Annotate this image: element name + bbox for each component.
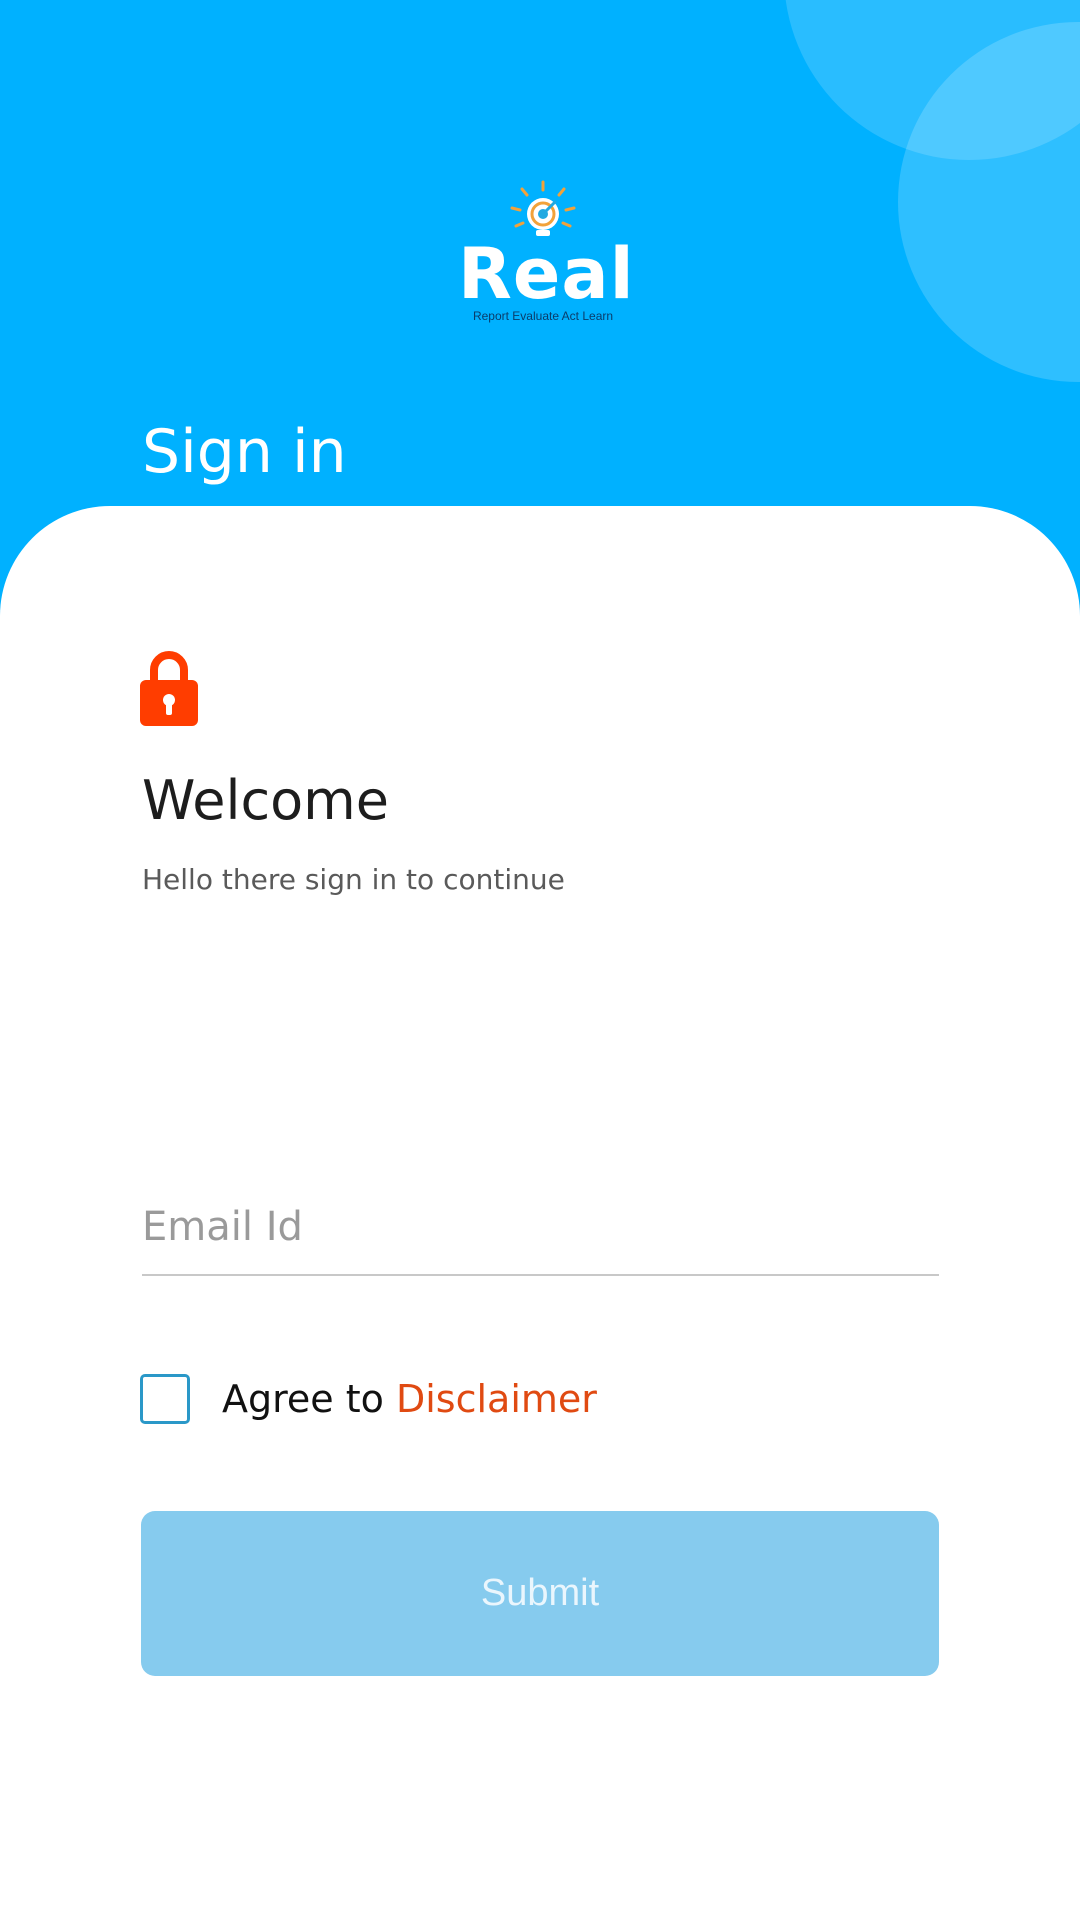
welcome-subtitle: Hello there sign in to continue xyxy=(142,863,565,896)
agree-text: Agree to xyxy=(222,1377,384,1421)
app-logo: Real Report Evaluate Act Learn xyxy=(458,180,635,330)
lock-icon xyxy=(140,651,198,726)
agree-row: Agree to Disclaimer xyxy=(140,1370,597,1428)
logo-wordmark: Real xyxy=(458,233,635,315)
agree-checkbox[interactable] xyxy=(140,1374,190,1424)
submit-button[interactable]: Submit xyxy=(141,1511,939,1676)
disclaimer-link[interactable]: Disclaimer xyxy=(396,1377,597,1421)
email-field-container xyxy=(142,1180,939,1276)
logo-tagline: Report Evaluate Act Learn xyxy=(472,309,614,323)
agree-label: Agree to Disclaimer xyxy=(222,1375,597,1423)
page-title: Sign in xyxy=(142,417,347,487)
email-input[interactable] xyxy=(142,1180,939,1276)
sign-in-screen: Real Report Evaluate Act Learn Sign in W… xyxy=(0,0,1080,1920)
welcome-heading: Welcome xyxy=(142,769,390,832)
